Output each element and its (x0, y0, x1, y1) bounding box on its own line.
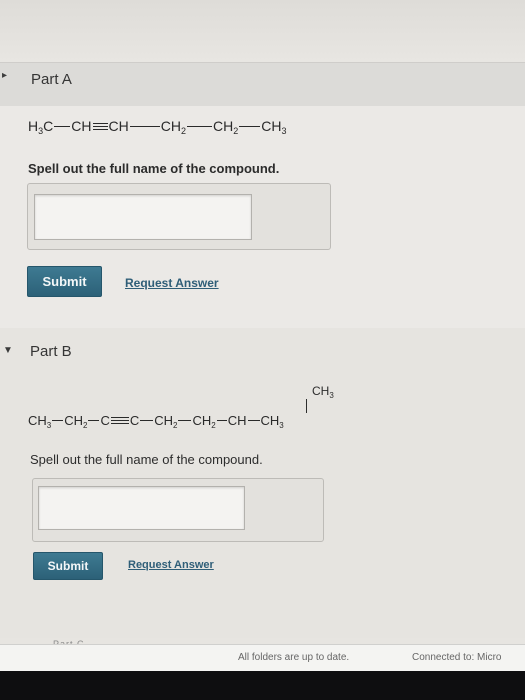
single-bond (247, 420, 260, 421)
formula-group: CH2 (64, 413, 88, 430)
chevron-right-icon[interactable]: ▸ (2, 70, 7, 81)
part-b-formula: CH3 CH2 C C CH2 CH2 CH CH3 (28, 413, 284, 430)
formula-group: H3C (28, 118, 54, 136)
formula-group: CH3 (28, 413, 52, 430)
part-a-title[interactable]: Part A (31, 71, 72, 88)
single-bond (178, 420, 192, 421)
part-b-prompt: Spell out the full name of the compound. (30, 452, 263, 467)
top-strip (0, 0, 525, 62)
part-a-request-answer-link[interactable]: Request Answer (125, 276, 219, 290)
single-bond (216, 420, 227, 421)
single-bond (239, 125, 261, 127)
branch-bond (306, 399, 307, 413)
triangle-down-icon[interactable]: ▼ (3, 345, 13, 356)
status-folders-text: All folders are up to date. (238, 652, 350, 663)
single-bond (129, 125, 160, 127)
single-bond (88, 420, 100, 421)
formula-group: C (129, 413, 140, 428)
part-a-answer-input[interactable] (34, 194, 252, 240)
formula-group: CH (227, 413, 247, 428)
branch-methyl: CH3 (312, 384, 334, 400)
single-bond (186, 125, 212, 127)
single-bond (52, 420, 64, 421)
formula-group: C (100, 413, 110, 428)
part-a-submit-button[interactable]: Submit (27, 266, 102, 297)
formula-group: CH3 (261, 118, 287, 136)
part-b-title[interactable]: Part B (30, 343, 72, 360)
formula-group: CH2 (192, 413, 216, 430)
single-bond (54, 125, 71, 127)
formula-group: CH2 (160, 118, 186, 136)
part-a-header[interactable] (0, 62, 525, 108)
part-a-prompt: Spell out the full name of the compound. (28, 161, 280, 176)
formula-group: CH (108, 118, 129, 134)
status-connected-text: Connected to: Micro (412, 652, 502, 663)
triple-bond (92, 122, 108, 130)
part-b-answer-input[interactable] (38, 486, 245, 530)
formula-group: CH2 (212, 118, 239, 136)
formula-group: CH (71, 118, 92, 134)
part-a-formula: H3C CH CH CH2 CH2 CH3 (28, 118, 287, 136)
screen-bezel (0, 671, 525, 700)
formula-group: CH3 (260, 413, 284, 430)
part-b-submit-button[interactable]: Submit (33, 552, 103, 580)
single-bond (140, 420, 154, 421)
formula-group: CH2 (154, 413, 178, 430)
triple-bond (110, 417, 129, 424)
part-b-request-answer-link[interactable]: Request Answer (128, 559, 214, 571)
